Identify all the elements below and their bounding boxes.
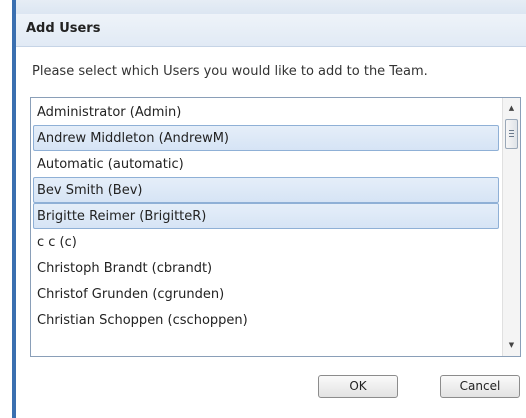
background-window-strip [16, 0, 526, 14]
list-item[interactable]: Brigitte Reimer (BrigitteR) [33, 203, 499, 229]
instructions-text: Please select which Users you would like… [32, 64, 428, 79]
list-item[interactable]: Automatic (automatic) [33, 151, 499, 177]
grip-line [509, 130, 514, 131]
users-listbox[interactable]: Administrator (Admin) Andrew Middleton (A… [30, 97, 521, 357]
listbox-scrollbar[interactable]: ▲ ▼ [502, 98, 520, 356]
list-item[interactable]: c c (c) [33, 229, 499, 255]
scrollbar-thumb[interactable] [505, 119, 518, 149]
chevron-up-icon[interactable]: ▲ [503, 100, 520, 117]
list-item[interactable]: Bev Smith (Bev) [33, 177, 499, 203]
cancel-button[interactable]: Cancel [440, 375, 520, 398]
users-list: Administrator (Admin) Andrew Middleton (A… [33, 99, 499, 333]
list-item[interactable]: Christian Schoppen (cschoppen) [33, 307, 499, 333]
ok-button[interactable]: OK [318, 375, 398, 398]
list-item[interactable]: Administrator (Admin) [33, 99, 499, 125]
grip-line [509, 136, 514, 137]
dialog-titlebar: Add Users [16, 14, 526, 47]
add-users-dialog: Add Users Please select which Users you … [12, 0, 526, 418]
list-item[interactable]: Christof Grunden (cgrunden) [33, 281, 499, 307]
dialog-title: Add Users [26, 21, 101, 36]
list-item[interactable]: Christoph Brandt (cbrandt) [33, 255, 499, 281]
chevron-down-icon[interactable]: ▼ [503, 337, 520, 354]
grip-line [509, 133, 514, 134]
list-item[interactable]: Andrew Middleton (AndrewM) [33, 125, 499, 151]
